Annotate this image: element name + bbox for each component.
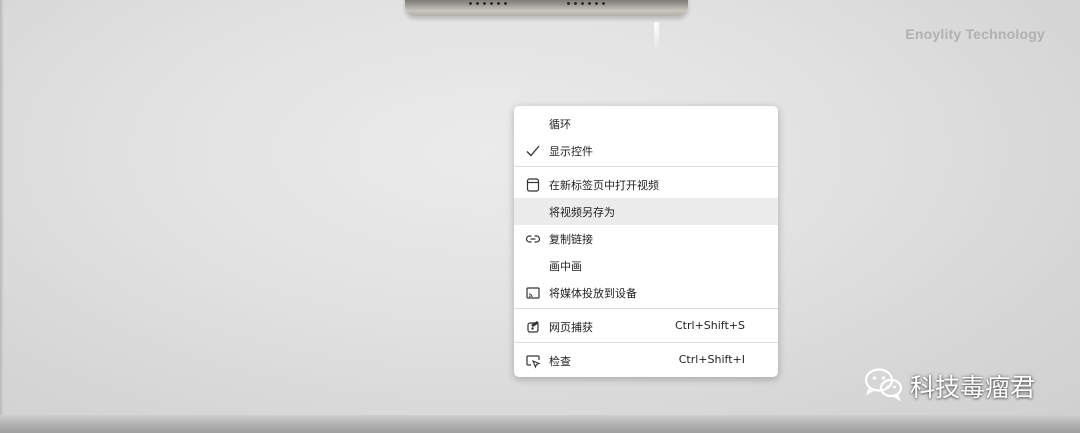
menu-item-label: 在新标签页中打开视频 xyxy=(549,179,659,192)
menu-item-show-controls[interactable]: 显示控件 xyxy=(514,137,778,164)
menu-item-label: 循环 xyxy=(549,118,571,131)
checkmark-icon xyxy=(525,143,541,159)
video-bottom-bar xyxy=(0,415,1080,433)
menu-item-copy-link[interactable]: 复制链接 xyxy=(514,225,778,252)
menu-item-label: 网页捕获 xyxy=(549,321,593,334)
menu-separator xyxy=(514,342,778,343)
menu-item-label: 画中画 xyxy=(549,260,582,273)
context-menu: 循环 显示控件 在新标签页中打开视频 将视频另存为 复制链接 画中画 将媒体投放… xyxy=(514,106,778,377)
menu-item-label: 将媒体投放到设备 xyxy=(549,287,637,300)
menu-item-label: 检查 xyxy=(549,355,571,368)
reflection-highlight xyxy=(654,22,659,52)
menu-separator xyxy=(514,166,778,167)
menu-item-cast-media[interactable]: 将媒体投放到设备 xyxy=(514,279,778,306)
menu-item-shortcut: Ctrl+Shift+S xyxy=(675,319,745,332)
menu-item-shortcut: Ctrl+Shift+I xyxy=(678,353,745,366)
menu-item-open-video-new-tab[interactable]: 在新标签页中打开视频 xyxy=(514,171,778,198)
menu-item-loop[interactable]: 循环 xyxy=(514,110,778,137)
speaker-grille xyxy=(565,1,607,6)
cast-icon xyxy=(525,285,541,301)
inspect-icon xyxy=(525,353,541,369)
device-product-image xyxy=(405,0,688,16)
menu-item-label: 将视频另存为 xyxy=(549,206,615,219)
menu-item-save-video-as[interactable]: 将视频另存为 xyxy=(514,198,778,225)
account-watermark: 科技毒瘤君 xyxy=(910,373,1036,402)
link-icon xyxy=(525,231,541,247)
wechat-icon xyxy=(864,366,904,402)
web-capture-icon xyxy=(525,319,541,335)
menu-item-inspect[interactable]: 检查 Ctrl+Shift+I xyxy=(514,347,778,374)
menu-item-label: 复制链接 xyxy=(549,233,593,246)
menu-item-picture-in-picture[interactable]: 画中画 xyxy=(514,252,778,279)
menu-separator xyxy=(514,308,778,309)
new-tab-icon xyxy=(525,177,541,193)
left-edge xyxy=(0,0,4,433)
menu-item-label: 显示控件 xyxy=(549,145,593,158)
menu-item-web-capture[interactable]: 网页捕获 Ctrl+Shift+S xyxy=(514,313,778,340)
speaker-grille xyxy=(467,1,509,6)
brand-watermark: Enoylity Technology xyxy=(905,26,1045,42)
